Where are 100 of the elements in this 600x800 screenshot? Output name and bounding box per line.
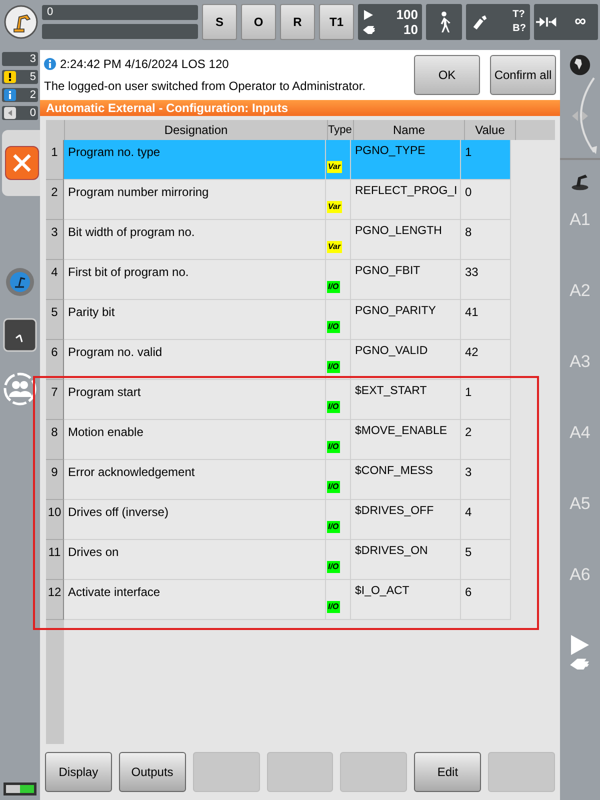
close-icon [11,152,33,174]
type-tag: Var [327,161,342,173]
name-cell: $CONF_MESS [351,460,461,500]
name-cell: REFLECT_PROG_I [351,180,461,220]
table-row[interactable]: 8 Motion enable I/O $MOVE_ENABLE 2 [46,420,555,460]
robot-logo-icon[interactable] [4,5,38,39]
designation-cell: Drives on [64,540,326,580]
designation-cell: Motion enable [64,420,326,460]
softkey-button[interactable]: Display [45,752,112,792]
walking-person-icon[interactable] [426,4,462,40]
run-mode-panel[interactable]: ∞ [534,4,598,40]
table-row[interactable]: 3 Bit width of program no. Var PGNO_LENGTH 8 [46,220,555,260]
designation-cell: Program no. valid [64,340,326,380]
table-row[interactable]: 2 Program number mirroring Var REFLECT_PROG_I 0 [46,180,555,220]
row-number: 3 [46,220,64,260]
table-row[interactable]: 4 First bit of program no. I/O PGNO_FBIT 33 [46,260,555,300]
row-number: 12 [46,580,64,620]
value-cell: 1 [461,380,511,420]
name-cell: PGNO_FBIT [351,260,461,300]
table-row[interactable]: 12 Activate interface I/O $I_O_ACT 6 [46,580,555,620]
table-row[interactable]: 11 Drives on I/O $DRIVES_ON 5 [46,540,555,580]
clock-icon[interactable] [3,318,37,352]
message-counter[interactable]: 0 [2,106,38,120]
name-cell: PGNO_VALID [351,340,461,380]
row-number: 1 [46,140,64,180]
designation-cell: First bit of program no. [64,260,326,300]
table-row[interactable]: 9 Error acknowledgement I/O $CONF_MESS 3 [46,460,555,500]
value-cell: 4 [461,500,511,540]
name-cell: $MOVE_ENABLE [351,420,461,460]
tool-label: T? [512,8,526,22]
type-tag: I/O [327,481,340,493]
type-tag: Var [327,241,342,253]
softkey-button[interactable]: Edit [414,752,482,792]
value-cell: 5 [461,540,511,580]
table-row[interactable]: 6 Program no. valid I/O PGNO_VALID 42 [46,340,555,380]
override-panel[interactable]: 100 10 [358,4,422,40]
name-cell: PGNO_PARITY [351,300,461,340]
message-counter[interactable]: 2 [2,88,38,102]
designation-cell: Bit width of program no. [64,220,326,260]
table-row[interactable]: 1 Program no. type Var PGNO_TYPE 1 [46,140,555,180]
message-header: 2:24:42 PM 4/16/2024 LOS 120 [60,57,229,71]
row-number: 7 [46,380,64,420]
value-cell: 0 [461,180,511,220]
name-cell: $DRIVES_OFF [351,500,461,540]
close-button[interactable] [5,146,39,180]
play-icon [362,8,374,20]
name-cell: PGNO_TYPE [351,140,461,180]
wait-icon [4,107,16,119]
window-title: Automatic External - Configuration: Inputs [40,100,560,116]
users-icon[interactable] [3,372,37,406]
type-tag: I/O [327,561,340,573]
run-mode-label: ∞ [574,13,586,31]
row-number: 2 [46,180,64,220]
message-counter[interactable]: 3 [2,52,38,66]
value-cell: 8 [461,220,511,260]
mode-button[interactable]: S [202,4,237,40]
designation-cell: Activate interface [64,580,326,620]
designation-cell: Program no. type [64,140,326,180]
message-text: The logged-on user switched from Operator to Administrator. [44,79,366,93]
message-button[interactable]: Confirm all [490,55,556,95]
name-cell: $EXT_START [351,380,461,420]
softkey-button[interactable]: Outputs [118,752,186,792]
value-cell: 3 [461,460,511,500]
type-tag: I/O [327,441,340,453]
designation-cell: Program start [64,380,326,420]
mode-button[interactable]: T1 [319,4,354,40]
type-tag: I/O [327,281,340,293]
type-tag: I/O [327,401,340,413]
hand-icon [362,24,376,36]
type-tag: I/O [327,521,340,533]
row-number: 6 [46,340,64,380]
play-icon[interactable] [570,634,590,656]
row-number: 8 [46,420,64,460]
table-row[interactable]: 7 Program start I/O $EXT_START 1 [46,380,555,420]
row-number: 4 [46,260,64,300]
jog-override: 10 [404,22,418,37]
message-button[interactable]: OK [414,55,480,95]
info-icon [44,58,56,70]
designation-cell: Parity bit [64,300,326,340]
mode-button[interactable]: O [241,4,276,40]
robot-gear-icon[interactable] [4,266,36,298]
message-counter[interactable]: 5 [2,70,38,84]
value-cell: 41 [461,300,511,340]
row-number: 9 [46,460,64,500]
program-override: 100 [396,7,418,22]
row-number: 11 [46,540,64,580]
value-cell: 1 [461,140,511,180]
type-tag: I/O [327,321,340,333]
warning-icon [4,71,16,83]
table-row[interactable]: 10 Drives off (inverse) I/O $DRIVES_OFF 4 [46,500,555,540]
globe-icon[interactable] [569,54,591,76]
name-cell: $I_O_ACT [351,580,461,620]
value-cell: 33 [461,260,511,300]
type-tag: I/O [327,601,340,613]
tool-base-panel[interactable]: T? B? [466,4,530,40]
mode-button[interactable]: R [280,4,315,40]
designation-cell: Drives off (inverse) [64,500,326,540]
table-row[interactable]: 5 Parity bit I/O PGNO_PARITY 41 [46,300,555,340]
value-cell: 42 [461,340,511,380]
row-number: 10 [46,500,64,540]
